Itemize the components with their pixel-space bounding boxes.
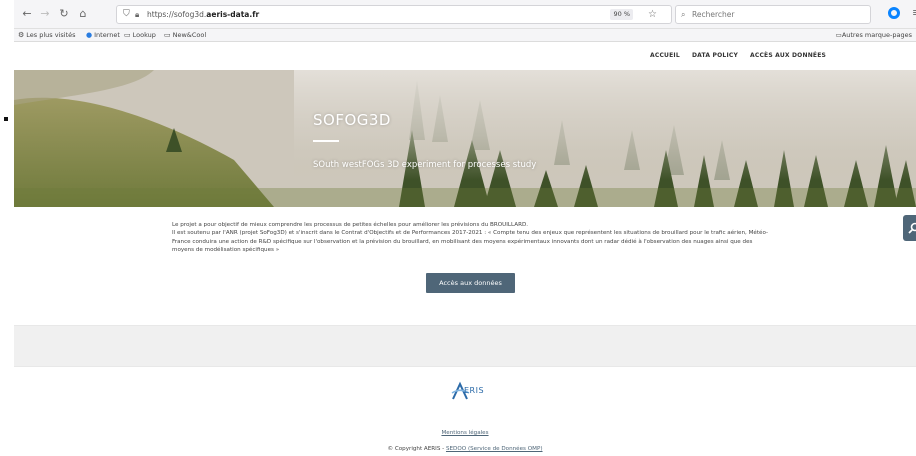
data-access-button[interactable]: Accès aux données bbox=[426, 273, 515, 293]
web-page: ACCUEIL DATA POLICY ACCÈS AUX DONNÉES SO… bbox=[14, 42, 916, 456]
legal-notice-link[interactable]: Mentions légales bbox=[14, 430, 916, 436]
top-navigation: ACCUEIL DATA POLICY ACCÈS AUX DONNÉES bbox=[14, 42, 916, 70]
sedoo-link[interactable]: SEDOO (Service de Données OMP) bbox=[446, 446, 543, 452]
folder-icon: ▭ bbox=[164, 31, 171, 39]
forward-arrow-icon[interactable]: → bbox=[38, 7, 52, 21]
globe-icon: ● bbox=[86, 31, 93, 39]
browser-toolbar: ← → ↻ ⌂ ⛉ 🔒︎ https://sofog3d.aeris-data.… bbox=[14, 0, 916, 29]
bookmark-folder-newcool[interactable]: ▭ New&Cool bbox=[164, 29, 206, 41]
search-placeholder: Rechercher bbox=[692, 10, 735, 19]
floating-search-button[interactable] bbox=[903, 215, 916, 241]
bookmark-internet[interactable]: ● Internet bbox=[86, 29, 120, 41]
title-underline bbox=[313, 140, 339, 142]
aeris-logo[interactable]: ERIS bbox=[450, 381, 500, 401]
zoom-level[interactable]: 90 % bbox=[610, 9, 633, 20]
nav-data-policy[interactable]: DATA POLICY bbox=[692, 52, 738, 59]
bookmark-star-icon[interactable]: ☆ bbox=[648, 6, 657, 23]
project-description: Le projet a pour objectif de mieux compr… bbox=[172, 221, 776, 255]
other-bookmarks[interactable]: ▭Autres marque-pages bbox=[836, 29, 912, 41]
search-icon bbox=[908, 222, 916, 234]
copyright: © Copyright AERIS - SEDOO (Service de Do… bbox=[14, 446, 916, 452]
nav-accueil[interactable]: ACCUEIL bbox=[650, 52, 680, 59]
intro-section: Le projet a pour objectif de mieux compr… bbox=[14, 207, 916, 325]
foggy-forest-image bbox=[14, 70, 916, 207]
firefox-account-icon[interactable] bbox=[888, 7, 900, 19]
nav-acces-donnees[interactable]: ACCÈS AUX DONNÉES bbox=[750, 52, 826, 59]
hero-subtitle: SOuth westFOGs 3D experiment for process… bbox=[313, 160, 537, 170]
lock-icon[interactable]: 🔒︎ bbox=[135, 6, 139, 23]
description-line-1: Le projet a pour objectif de mieux compr… bbox=[172, 222, 529, 228]
logo-text: ERIS bbox=[464, 386, 485, 395]
cursor-dot bbox=[4, 117, 8, 121]
screen-edge bbox=[0, 0, 14, 456]
copyright-text: © Copyright AERIS - bbox=[387, 446, 446, 452]
search-icon: ⌕ bbox=[681, 10, 686, 19]
description-line-2: Il est soutenu par l'ANR (projet SoFog3D… bbox=[172, 230, 769, 254]
hamburger-menu-icon[interactable]: ≡ bbox=[912, 6, 916, 19]
bookmark-folder-lookup[interactable]: ▭ Lookup bbox=[124, 29, 156, 41]
reload-icon[interactable]: ↻ bbox=[57, 7, 71, 21]
hero-title: SOFOG3D bbox=[313, 111, 391, 129]
home-icon[interactable]: ⌂ bbox=[76, 7, 90, 21]
url-text: https://sofog3d.aeris-data.fr bbox=[147, 10, 260, 19]
gear-icon: ⚙ bbox=[18, 31, 25, 39]
hero-banner: SOFOG3D SOuth westFOGs 3D experiment for… bbox=[14, 70, 916, 207]
separator-band bbox=[14, 325, 916, 367]
address-bar[interactable]: ⛉ 🔒︎ https://sofog3d.aeris-data.fr 90 % … bbox=[116, 5, 672, 24]
shield-icon[interactable]: ⛉ bbox=[123, 6, 130, 23]
folder-icon: ▭ bbox=[124, 31, 131, 39]
back-arrow-icon[interactable]: ← bbox=[20, 7, 34, 21]
page-footer: ERIS Mentions légales © Copyright AERIS … bbox=[14, 367, 916, 456]
bookmark-most-visited[interactable]: ⚙ Les plus visités bbox=[18, 29, 76, 41]
bookmarks-bar: ⚙ Les plus visités ● Internet ▭ Lookup ▭ New… bbox=[14, 29, 916, 42]
search-field[interactable]: ⌕ Rechercher bbox=[675, 5, 871, 24]
